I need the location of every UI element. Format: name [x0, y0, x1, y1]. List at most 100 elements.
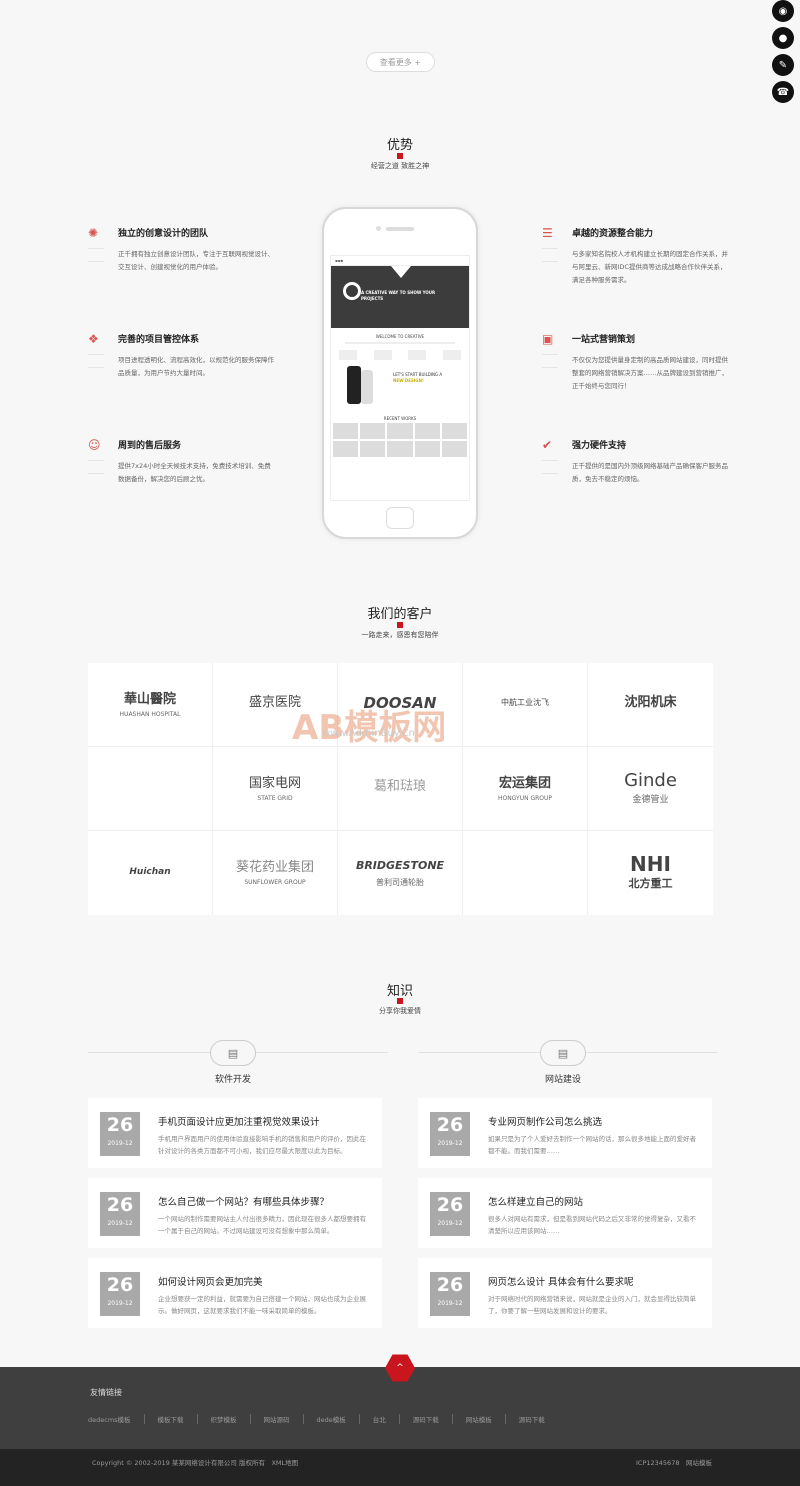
client-logo[interactable]: 中航工业沈飞: [463, 663, 588, 747]
screen-works-grid: [331, 421, 469, 459]
qq-icon[interactable]: ◉: [772, 0, 794, 22]
friend-link[interactable]: 网站模板: [453, 1414, 506, 1424]
title-marker: [397, 622, 403, 628]
advantage-text: 不仅仅为您提供量身定制的高品质网站建设，同时提供整套的网络营销解决方案……从品牌…: [572, 356, 728, 390]
document-icon[interactable]: ▤: [210, 1040, 256, 1066]
friend-link[interactable]: 网站源码: [251, 1414, 304, 1424]
wechat-icon[interactable]: ●: [772, 27, 794, 49]
article-title[interactable]: 怎么样建立自己的网站: [488, 1194, 583, 1208]
phone-speaker: [386, 227, 414, 231]
article-card[interactable]: 26 2019-12 专业网页制作公司怎么挑选 如果只是为了个人爱好去制作一个网站…: [418, 1098, 712, 1168]
friend-links-title: 友情链接: [90, 1388, 122, 1397]
check-circle-icon: ✔: [542, 438, 553, 452]
headphones-icon: [343, 282, 361, 300]
clients-title: 我们的客户: [367, 607, 433, 622]
support-user-icon: ☺: [88, 438, 101, 452]
article-card[interactable]: 26 2019-12 网页怎么设计 具体会有什么要求呢 对于网络时代的网络营销来说…: [418, 1258, 712, 1328]
client-logo[interactable]: [463, 831, 588, 915]
divider-lines: [542, 460, 558, 486]
category-label[interactable]: 网站建设: [418, 1072, 708, 1085]
article-summary: 企业想要获一定的利益，就需要为自己搭建一个网站，网站也成为企业展示。做好网页，这…: [158, 1295, 366, 1315]
friend-link[interactable]: dedecms模板: [88, 1414, 145, 1424]
article-summary: 对于网络时代的网络营销来说，网站就是企业的入门，就会显得比较简单了，你要了解一些…: [488, 1295, 696, 1315]
friend-link[interactable]: 模板下载: [145, 1414, 198, 1424]
advantage-title: 一站式营销策划: [572, 335, 636, 345]
copyright-text: Copyright © 2002-2019 某某网络设计有限公司 版权所有 XM…: [92, 1459, 299, 1467]
article-summary: 手机用户界面用户的使用体验直接影响手机的销售和用户的评价，因此在针对设计的各类方…: [158, 1135, 366, 1155]
divider-lines: [542, 248, 558, 274]
advantage-title: 独立的创意设计的团队: [118, 229, 209, 239]
article-card[interactable]: 26 2019-12 怎么自己做一个网站？有哪些具体步骤？ 一个网站的制作需要网站…: [88, 1178, 382, 1248]
date-badge: 26 2019-12: [430, 1272, 470, 1316]
advantage-text: 提供7x24小时全天候技术支持，免费技术培训、免费数据备份，解决您的后顾之忧。: [118, 462, 271, 483]
client-logo[interactable]: 葛和琺琅: [338, 747, 463, 831]
category-label[interactable]: 软件开发: [88, 1072, 378, 1085]
article-title[interactable]: 专业网页制作公司怎么挑选: [488, 1114, 602, 1128]
advantage-title: 周到的售后服务: [118, 441, 182, 451]
date-badge: 26 2019-12: [430, 1192, 470, 1236]
article-title[interactable]: 手机页面设计应更加注重视觉效果设计: [158, 1114, 320, 1128]
edit-icon[interactable]: ✎: [772, 54, 794, 76]
client-logo[interactable]: 葵花药业集团 SUNFLOWER GROUP: [213, 831, 338, 915]
friend-link[interactable]: 织梦模板: [198, 1414, 251, 1424]
phone-icon[interactable]: ☎: [772, 81, 794, 103]
client-logo[interactable]: Huichan: [88, 831, 213, 915]
phone-camera: [376, 226, 381, 231]
article-title[interactable]: 如何设计网页会更加完美: [158, 1274, 263, 1288]
client-logo[interactable]: 国家电网 STATE GRID: [213, 747, 338, 831]
advantage-text: 项目进程透明化、流程高效化，以规范化的服务保障作品质量，为用户节约大量时间。: [118, 356, 274, 377]
advantage-title: 强力硬件支持: [572, 441, 627, 451]
copyright-bar: Copyright © 2002-2019 某某网络设计有限公司 版权所有 XM…: [0, 1449, 800, 1486]
phone-screen: ▪▪▪ A CREATIVE WAY TO SHOW YOUR PROJECTS…: [330, 255, 470, 501]
title-marker: [397, 998, 403, 1004]
date-badge: 26 2019-12: [100, 1272, 140, 1316]
divider-lines: [88, 248, 104, 274]
client-logo[interactable]: BRIDGESTONE 普利司通轮胎: [338, 831, 463, 915]
friend-link[interactable]: dede模板: [304, 1414, 360, 1424]
article-summary: 一个网站的制作需要网站主人付出很多精力，因此现在很多人都想要拥有一个属于自己的网…: [158, 1215, 366, 1235]
article-summary: 如果只是为了个人爱好去制作一个网站的话，那么很多地能上面的爱好者都不能。而我们需…: [488, 1135, 696, 1155]
divider-lines: [88, 354, 104, 380]
friend-link[interactable]: 源码下载: [400, 1414, 453, 1424]
floating-toolbar: ◉ ● ✎ ☎: [772, 0, 794, 108]
client-logo[interactable]: 宏运集团 HONGYUN GROUP: [463, 747, 588, 831]
friend-link[interactable]: 源码下载: [506, 1414, 558, 1424]
knowledge-subtitle: 分享你我爱情: [379, 1007, 421, 1015]
screen-build-highlight: NEW DESIGN!: [393, 378, 424, 383]
layers-icon: ❖: [88, 332, 99, 346]
screen-welcome: WELCOME TO CREATIVE: [375, 334, 425, 339]
advantage-title: 完善的项目管控体系: [118, 335, 200, 345]
watermark: AB模板网: [292, 708, 447, 748]
phone-mockup: ▪▪▪ A CREATIVE WAY TO SHOW YOUR PROJECTS…: [322, 207, 478, 539]
screen-hero: A CREATIVE WAY TO SHOW YOUR PROJECTS: [331, 266, 469, 328]
client-logo[interactable]: Ginde 金德管业: [588, 747, 713, 831]
advantages-title: 优势: [386, 138, 413, 153]
advantage-text: 与多家知名院校人才机构建立长期的固定合作关系，并与阿里云、新网IDC提供商等达成…: [572, 250, 728, 284]
divider-lines: [88, 460, 104, 486]
phone-home-button: [386, 507, 414, 529]
advantage-text: 正千拥有独立创意设计团队，专注于互联网视觉设计、交互设计、创建视觉化的用户体验。: [118, 250, 274, 271]
more-button[interactable]: 查看更多 +: [366, 52, 435, 72]
client-logo[interactable]: 沈阳机床: [588, 663, 713, 747]
article-title[interactable]: 怎么自己做一个网站？有哪些具体步骤？: [158, 1194, 329, 1208]
friend-links: dedecms模板 模板下载 织梦模板 网站源码 dede模板 台北 源码下载 …: [88, 1414, 558, 1424]
screen-build-block: LET'S START BUILDING A NEW DESIGN!: [331, 366, 469, 410]
screen-build-text: LET'S START BUILDING A: [393, 372, 443, 377]
clients-subtitle: 一路走来，感恩有您陪伴: [361, 631, 439, 639]
advantages-subtitle: 经营之道 致胜之神: [370, 162, 430, 170]
article-card[interactable]: 26 2019-12 手机页面设计应更加注重视觉效果设计 手机用户界面用户的使用体…: [88, 1098, 382, 1168]
friend-link[interactable]: 台北: [360, 1414, 400, 1424]
watermark-url: www.AdminBuy.Cn: [322, 728, 415, 739]
screen-hero-text: A CREATIVE WAY TO SHOW YOUR PROJECTS: [361, 290, 436, 301]
icp-text[interactable]: ICP12345678 网站模板: [636, 1457, 712, 1467]
client-logo[interactable]: 華山醫院 HUASHAN HOSPITAL: [88, 663, 213, 747]
monitor-icon: ▣: [542, 332, 554, 346]
article-card[interactable]: 26 2019-12 如何设计网页会更加完美 企业想要获一定的利益，就需要为自己搭…: [88, 1258, 382, 1328]
lightbulb-icon: ✺: [88, 226, 99, 240]
article-title[interactable]: 网页怎么设计 具体会有什么要求呢: [488, 1274, 634, 1288]
document-icon[interactable]: ▤: [540, 1040, 586, 1066]
client-logo[interactable]: NHI 北方重工: [588, 831, 713, 915]
article-card[interactable]: 26 2019-12 怎么样建立自己的网站 很多人对网站有需求，但是看到网站代码之…: [418, 1178, 712, 1248]
client-logo[interactable]: [88, 747, 213, 831]
title-marker: [397, 153, 403, 159]
